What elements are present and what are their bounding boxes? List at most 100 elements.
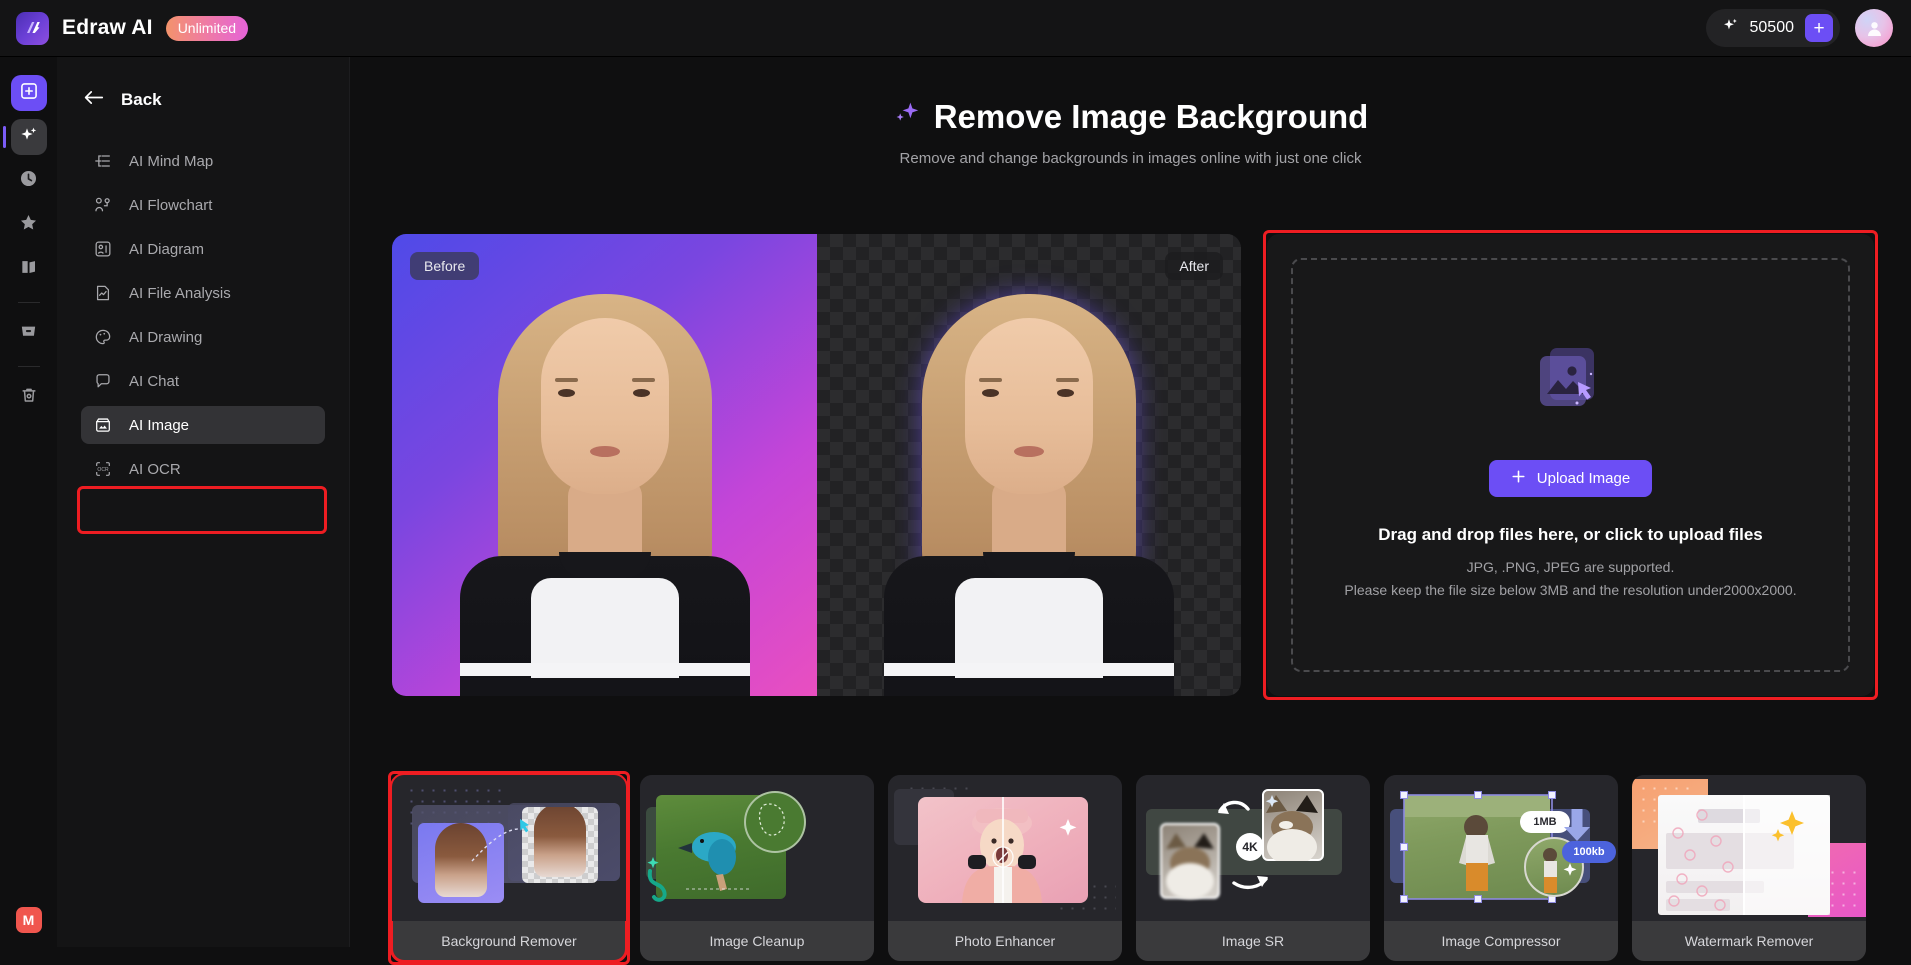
- card-artwork: [392, 775, 626, 921]
- arrow-left-icon: [83, 89, 104, 111]
- rail-divider-1: [17, 302, 40, 303]
- tool-card-watermark-remover[interactable]: Watermark Remover: [1632, 775, 1866, 961]
- dropzone-limits: Please keep the file size below 3MB and …: [1344, 582, 1797, 598]
- sidebar-item-ai-chat[interactable]: AI Chat: [81, 362, 325, 400]
- star-icon: [18, 212, 39, 238]
- image-icon: [93, 416, 112, 435]
- page-title: Remove Image Background: [933, 98, 1369, 135]
- upload-image-button[interactable]: Upload Image: [1488, 460, 1653, 497]
- new-document-button[interactable]: [10, 75, 47, 111]
- plan-badge: Unlimited: [165, 15, 249, 41]
- tool-card-label: Image Compressor: [1384, 921, 1618, 961]
- tool-card-label: Watermark Remover: [1632, 921, 1866, 961]
- add-credits-button[interactable]: +: [1805, 14, 1833, 42]
- sidebar-item-ai-flowchart[interactable]: AI Flowchart: [81, 186, 325, 224]
- main-content: Remove Image Background Remove and chang…: [350, 57, 1911, 965]
- sidebar-item-label: AI Image: [129, 416, 190, 434]
- dropzone-title: Drag and drop files here, or click to up…: [1378, 525, 1763, 544]
- card-artwork: [640, 775, 874, 921]
- highlight-ai-image: [77, 486, 327, 534]
- tool-card-background-remover[interactable]: Background Remover: [390, 773, 628, 963]
- upload-panel-wrapper: Upload Image Drag and drop files here, o…: [1263, 230, 1878, 700]
- before-after-preview: Before After: [392, 234, 1241, 696]
- tool-card-strip: Background Remover Image Cleanup Photo E…: [390, 773, 1874, 963]
- card-artwork: 1MB 100kb: [1384, 775, 1618, 921]
- sidebar-item-label: AI Mind Map: [129, 152, 214, 170]
- dropzone-formats: JPG, .PNG, JPEG are supported.: [1466, 559, 1675, 575]
- credits-value: 50500: [1749, 19, 1795, 36]
- card-artwork: 4K: [1136, 775, 1370, 921]
- credits-widget[interactable]: 50500 +: [1705, 9, 1840, 47]
- sidebar-item-label: AI File Analysis: [129, 284, 231, 302]
- upload-dropzone[interactable]: Upload Image Drag and drop files here, o…: [1291, 258, 1850, 672]
- trash-button[interactable]: [11, 379, 47, 415]
- after-pane: After: [817, 234, 1241, 696]
- tool-card-image-compressor[interactable]: 1MB 100kb Image Compressor: [1384, 775, 1618, 961]
- sidebar-item-label: AI OCR: [129, 460, 181, 478]
- rail-divider-2: [17, 366, 40, 367]
- tool-card-label: Image Cleanup: [640, 921, 874, 961]
- back-button[interactable]: Back: [57, 89, 349, 111]
- sidebar-item-ai-file-analysis[interactable]: AI File Analysis: [81, 274, 325, 312]
- avatar[interactable]: [1855, 9, 1893, 47]
- sidebar-item-ai-image[interactable]: AI Image: [81, 406, 325, 444]
- tool-card-image-sr[interactable]: 4K Image SR: [1136, 775, 1370, 961]
- before-pane: Before: [392, 234, 817, 696]
- page-subtitle: Remove and change backgrounds in images …: [899, 150, 1362, 167]
- files-button[interactable]: [11, 315, 47, 351]
- badge-original-size: 1MB: [1520, 811, 1570, 833]
- card-artwork: [1632, 775, 1866, 921]
- sidebar-item-ai-drawing[interactable]: AI Drawing: [81, 318, 325, 356]
- clock-icon: [18, 168, 39, 194]
- sidebar-item-label: AI Chat: [129, 372, 180, 390]
- tool-card-label: Background Remover: [392, 921, 626, 961]
- after-label: After: [1165, 252, 1223, 280]
- top-bar-right: 50500 +: [1705, 9, 1893, 47]
- before-label: Before: [410, 252, 480, 280]
- tool-card-photo-enhancer[interactable]: Photo Enhancer: [888, 775, 1122, 961]
- folder-icon: [18, 320, 39, 346]
- after-portrait-image: [864, 266, 1194, 696]
- content-row: Before After Upload Image Drag and drop …: [392, 230, 1878, 700]
- palette-icon: [93, 328, 112, 347]
- icon-rail: M: [0, 57, 57, 947]
- tool-card-label: Photo Enhancer: [888, 921, 1122, 961]
- flowchart-icon: [93, 196, 112, 215]
- sidebar-item-label: AI Drawing: [129, 328, 203, 346]
- sidebar-item-label: AI Diagram: [129, 240, 205, 258]
- left-nav-panel: Back AI Mind Map AI Flowchart AI Diagram…: [57, 57, 350, 947]
- tool-card-label: Image SR: [1136, 921, 1370, 961]
- tool-card-image-cleanup[interactable]: Image Cleanup: [640, 775, 874, 961]
- rail-bottom: M: [0, 907, 57, 933]
- plus-icon: [1511, 469, 1526, 488]
- sparkle-icon: [893, 98, 921, 136]
- upload-panel[interactable]: Upload Image Drag and drop files here, o…: [1267, 234, 1874, 696]
- mindmap-icon: [93, 152, 112, 171]
- badge-compressed-size: 100kb: [1562, 841, 1616, 863]
- svg-text:OCR: OCR: [97, 467, 109, 473]
- trash-icon: [19, 385, 39, 410]
- sparkles-icon: [19, 125, 39, 150]
- page-title-row: Remove Image Background: [893, 98, 1369, 136]
- chat-bubble-icon: [93, 372, 112, 391]
- diagram-icon: [93, 240, 112, 259]
- brand-name: Edraw AI: [62, 16, 153, 39]
- ocr-icon: OCR: [93, 460, 112, 479]
- account-badge[interactable]: M: [15, 907, 42, 933]
- page-header: Remove Image Background Remove and chang…: [350, 57, 1911, 167]
- plus-square-icon: [19, 81, 39, 106]
- sidebar-item-ai-mind-map[interactable]: AI Mind Map: [81, 142, 325, 180]
- card-artwork: [888, 775, 1122, 921]
- recent-button[interactable]: [11, 163, 47, 199]
- templates-icon: [19, 257, 39, 282]
- favorites-button[interactable]: [11, 207, 47, 243]
- ai-tools-button[interactable]: [2, 119, 47, 155]
- templates-button[interactable]: [11, 251, 47, 287]
- file-analysis-icon: [93, 284, 112, 303]
- sidebar-item-ai-ocr[interactable]: OCR AI OCR: [81, 450, 325, 488]
- edraw-logo-icon: [16, 11, 49, 45]
- top-bar: Edraw AI Unlimited 50500 +: [0, 0, 1911, 57]
- before-portrait-image: [440, 266, 770, 696]
- sidebar-item-ai-diagram[interactable]: AI Diagram: [81, 230, 325, 268]
- brand[interactable]: Edraw AI Unlimited: [16, 11, 249, 45]
